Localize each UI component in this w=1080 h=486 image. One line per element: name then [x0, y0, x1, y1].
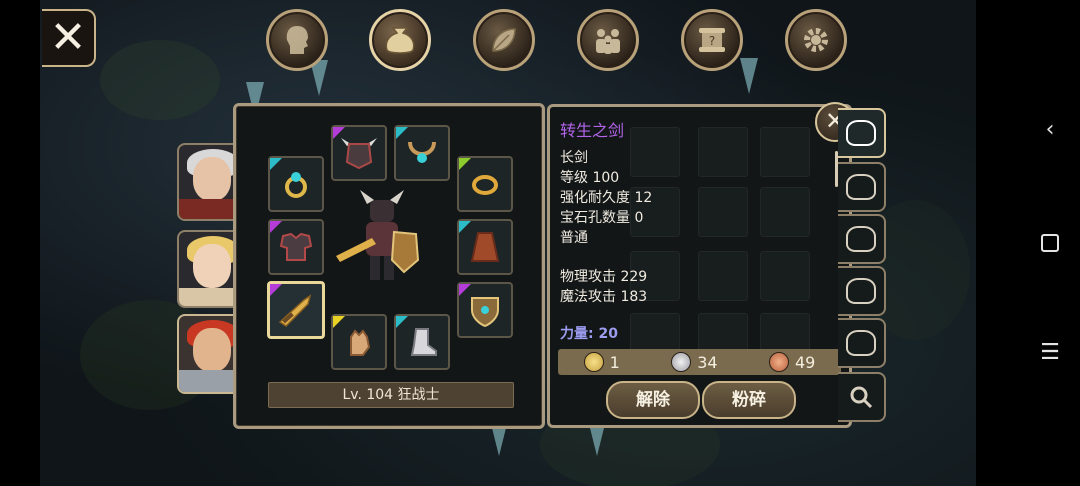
item-rarity: 普通 [560, 230, 588, 246]
nav-home-icon[interactable] [1038, 230, 1062, 256]
bag-icon [846, 278, 876, 304]
unequip-button[interactable]: 解除 [606, 381, 700, 419]
item-sockets: 宝石孔数量 0 [560, 210, 644, 226]
bag-icon [846, 120, 876, 146]
background-inventory-slot [698, 187, 748, 237]
copper-coin-icon [768, 352, 789, 372]
slot-boots[interactable] [394, 314, 450, 370]
tab-inventory[interactable] [369, 9, 431, 71]
close-icon: ✕ [49, 12, 87, 63]
glove-icon [350, 329, 371, 356]
background-inventory-slot [630, 127, 680, 177]
slot-necklace[interactable] [394, 125, 450, 181]
search-bag-icon [850, 386, 873, 409]
silver-amount: 34 [697, 352, 718, 372]
character-sprite [332, 186, 432, 286]
head-silhouette-icon [286, 26, 308, 54]
gold-currency: 1 [583, 352, 620, 372]
item-name: 转生之剑 [560, 121, 625, 140]
bag-icon [846, 330, 876, 356]
bag-tab-3[interactable] [838, 214, 886, 264]
slot-armor[interactable] [268, 219, 324, 275]
background-inventory-slot [760, 251, 810, 301]
slot-weapon[interactable] [267, 281, 325, 339]
group-icon [596, 29, 620, 54]
silver-currency: 34 [671, 352, 718, 372]
slot-gloves[interactable] [331, 314, 387, 370]
item-level: 等级 100 [560, 170, 620, 186]
nav-back-icon[interactable]: ‹ [1038, 117, 1062, 142]
equipment-panel: Lv. 104 狂战士 [233, 103, 545, 429]
leaf-icon [492, 28, 516, 52]
tab-character[interactable] [266, 9, 328, 71]
background-inventory-slot [698, 251, 748, 301]
tab-party[interactable] [577, 9, 639, 71]
boot-icon [410, 328, 437, 356]
slot-cloak[interactable] [457, 219, 513, 275]
face [193, 328, 231, 372]
bag-icon [846, 174, 876, 200]
item-strength-bonus: 力量: 20 [560, 326, 618, 342]
shatter-button[interactable]: 粉碎 [702, 381, 796, 419]
armor-icon [279, 232, 313, 261]
cloak-icon [470, 232, 500, 262]
necklace-icon [408, 141, 436, 163]
bag-tab-search[interactable] [838, 372, 886, 422]
background-inventory-slot [698, 127, 748, 177]
background-inventory-slot [760, 127, 810, 177]
copper-currency: 49 [768, 352, 816, 372]
close-button[interactable]: ✕ [42, 9, 96, 67]
scroll-icon: ? [699, 28, 725, 52]
bag-tab-5[interactable] [838, 318, 886, 368]
slot-ring-right[interactable] [457, 156, 513, 212]
gold-amount: 1 [609, 352, 620, 372]
bag-tab-2[interactable] [838, 162, 886, 212]
tab-settings[interactable] [785, 9, 847, 71]
currency-bar: 1 34 49 [558, 349, 841, 375]
sword-icon [278, 294, 312, 327]
background-inventory-slot [760, 187, 810, 237]
item-type: 长剑 [560, 150, 588, 166]
item-phys-attack: 物理攻击 229 [560, 269, 648, 285]
slot-ring-left[interactable] [268, 156, 324, 212]
item-mag-attack: 魔法攻击 183 [560, 289, 648, 305]
svg-text:?: ? [709, 34, 715, 48]
face [193, 157, 231, 201]
bag-tab-1[interactable] [838, 108, 886, 158]
slot-helmet[interactable] [331, 125, 387, 181]
ring-icon [472, 175, 498, 195]
tab-quests[interactable]: ? [681, 9, 743, 71]
bag-icon [846, 226, 876, 252]
nav-menu-icon[interactable]: ☰ [1038, 340, 1062, 365]
gear-icon [804, 28, 828, 52]
item-durability: 强化耐久度 12 [560, 190, 653, 206]
bag-tab-4[interactable] [838, 266, 886, 316]
character-level-class: Lv. 104 狂战士 [268, 382, 514, 408]
bag-icon [385, 27, 415, 54]
horned-helmet-icon [341, 138, 377, 170]
face [193, 244, 231, 288]
crystal [740, 58, 758, 94]
slot-shield[interactable] [457, 282, 513, 338]
item-info-panel: 转生之剑 长剑 等级 100 强化耐久度 12 宝石孔数量 0 普通 物理攻击 … [547, 104, 852, 428]
tab-skills[interactable] [473, 9, 535, 71]
copper-amount: 49 [794, 352, 816, 372]
foliage [100, 40, 220, 120]
ring-icon [285, 172, 307, 198]
silver-coin-icon [671, 352, 692, 372]
gold-coin-icon [583, 352, 604, 372]
shield-icon [471, 297, 499, 328]
